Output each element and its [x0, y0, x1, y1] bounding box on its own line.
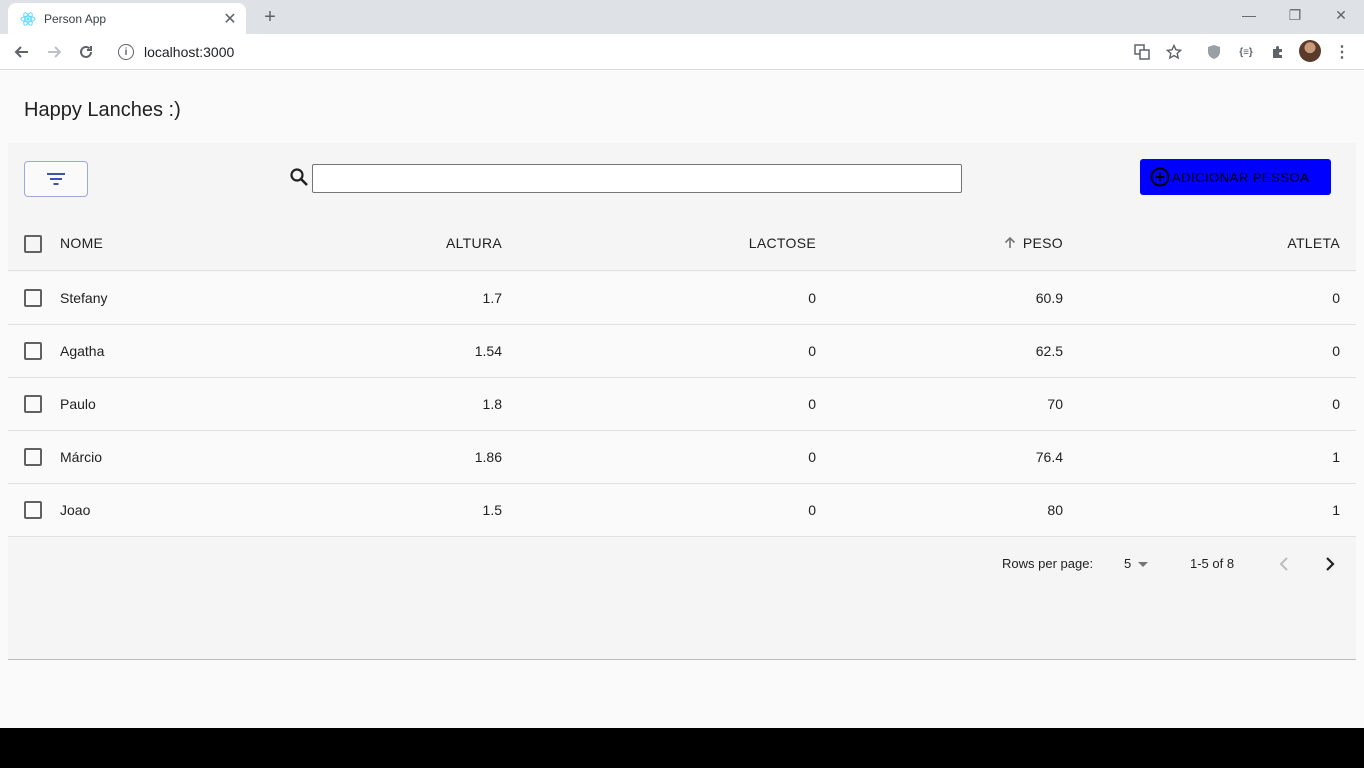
- cell-lactose: 0: [808, 396, 816, 412]
- address-url: localhost:3000: [144, 44, 235, 60]
- cell-nome: Stefany: [60, 290, 108, 306]
- tab-close-icon[interactable]: ✕: [220, 9, 240, 29]
- browser-tab[interactable]: Person App ✕: [8, 3, 246, 34]
- row-checkbox[interactable]: [24, 395, 42, 413]
- tab-title: Person App: [44, 11, 107, 26]
- people-table-card: ADICIONAR PESSOA NOME ALTURA LACTOSE PES…: [8, 143, 1356, 660]
- table-row[interactable]: Agatha 1.54 0 62.5 0: [8, 325, 1356, 378]
- cell-lactose: 0: [808, 290, 816, 306]
- cell-peso: 80: [1047, 502, 1063, 518]
- column-header-altura[interactable]: ALTURA: [308, 215, 502, 270]
- cell-peso: 76.4: [1035, 449, 1063, 465]
- previous-page-button[interactable]: [1272, 552, 1296, 576]
- chevron-left-icon: [1279, 556, 1288, 571]
- add-person-label: ADICIONAR PESSOA: [1172, 169, 1310, 185]
- sort-arrow-up-icon: [1004, 236, 1015, 248]
- row-checkbox[interactable]: [24, 448, 42, 466]
- table-pagination: Rows per page: 5 1-5 of 8: [8, 537, 1356, 590]
- cell-altura: 1.86: [474, 449, 502, 465]
- table-row[interactable]: Joao 1.5 0 80 1: [8, 484, 1356, 537]
- shield-extension-icon[interactable]: [1204, 42, 1224, 62]
- cell-atleta: 1: [1332, 502, 1340, 518]
- cell-nome: Márcio: [60, 449, 103, 465]
- new-tab-icon[interactable]: +: [258, 5, 282, 29]
- cell-atleta: 1: [1332, 449, 1340, 465]
- table-row[interactable]: Paulo 1.8 0 70 0: [8, 378, 1356, 431]
- cell-peso: 70: [1047, 396, 1063, 412]
- add-circle-icon: [1150, 167, 1170, 187]
- column-header-nome[interactable]: NOME: [60, 215, 103, 270]
- cell-nome: Joao: [60, 502, 91, 518]
- cell-nome: Agatha: [60, 343, 105, 359]
- filter-icon: [47, 173, 65, 185]
- row-checkbox[interactable]: [24, 342, 42, 360]
- translate-icon[interactable]: [1132, 42, 1152, 62]
- json-extension-icon[interactable]: {≡}: [1236, 42, 1256, 62]
- cell-peso: 62.5: [1035, 343, 1063, 359]
- tab-strip: Person App ✕ + — ❐ ✕: [0, 0, 1364, 34]
- add-person-button[interactable]: ADICIONAR PESSOA: [1140, 159, 1331, 195]
- cell-atleta: 0: [1332, 396, 1340, 412]
- rows-per-page-value: 5: [1124, 556, 1132, 571]
- back-icon[interactable]: [8, 38, 36, 66]
- cell-nome: Paulo: [60, 396, 96, 412]
- react-logo-icon: [20, 11, 36, 27]
- profile-avatar[interactable]: [1299, 40, 1321, 62]
- extensions-puzzle-icon[interactable]: [1268, 42, 1288, 62]
- page-range-label: 1-5 of 8: [1190, 556, 1235, 571]
- search-icon: [290, 168, 308, 186]
- address-bar[interactable]: i localhost:3000: [108, 38, 1158, 66]
- search-input[interactable]: [312, 164, 962, 193]
- chevron-right-icon: [1326, 556, 1335, 571]
- column-header-atleta[interactable]: ATLETA: [1158, 215, 1340, 270]
- row-checkbox[interactable]: [24, 501, 42, 519]
- minimize-icon[interactable]: —: [1226, 0, 1272, 30]
- cell-altura: 1.7: [482, 290, 502, 306]
- select-all-checkbox[interactable]: [24, 235, 42, 253]
- cell-altura: 1.5: [482, 502, 502, 518]
- cell-altura: 1.8: [482, 396, 502, 412]
- next-page-button[interactable]: [1318, 552, 1342, 576]
- cell-lactose: 0: [808, 343, 816, 359]
- filter-button[interactable]: [24, 161, 88, 197]
- column-header-peso[interactable]: PESO: [908, 215, 1063, 270]
- forward-icon[interactable]: [40, 38, 68, 66]
- browser-window: Person App ✕ + — ❐ ✕ i localhost:3000 {≡…: [0, 0, 1364, 728]
- restore-icon[interactable]: ❐: [1272, 0, 1318, 30]
- cell-peso: 60.9: [1035, 290, 1063, 306]
- app-title: Happy Lanches :): [24, 99, 181, 121]
- cell-altura: 1.54: [474, 343, 502, 359]
- caret-down-icon: [1138, 561, 1149, 567]
- site-info-icon[interactable]: i: [118, 44, 134, 60]
- table-row[interactable]: Stefany 1.7 0 60.9 0: [8, 272, 1356, 325]
- rows-per-page-select[interactable]: 5: [1124, 556, 1149, 571]
- cell-lactose: 0: [808, 502, 816, 518]
- cell-lactose: 0: [808, 449, 816, 465]
- browser-toolbar: i localhost:3000 {≡} ⋮: [0, 34, 1364, 70]
- reload-icon[interactable]: [72, 38, 100, 66]
- column-header-lactose[interactable]: LACTOSE: [608, 215, 816, 270]
- table-row[interactable]: Márcio 1.86 0 76.4 1: [8, 431, 1356, 484]
- close-window-icon[interactable]: ✕: [1318, 0, 1364, 30]
- cell-atleta: 0: [1332, 343, 1340, 359]
- browser-menu-icon[interactable]: ⋮: [1332, 42, 1352, 62]
- cell-atleta: 0: [1332, 290, 1340, 306]
- rows-per-page-label: Rows per page:: [1002, 556, 1094, 571]
- row-checkbox[interactable]: [24, 289, 42, 307]
- app-page: Happy Lanches :) ADICIONAR PESSOA NOME A…: [0, 71, 1364, 728]
- bookmark-star-icon[interactable]: [1164, 42, 1184, 62]
- table-header: NOME ALTURA LACTOSE PESO ATLETA: [8, 215, 1356, 271]
